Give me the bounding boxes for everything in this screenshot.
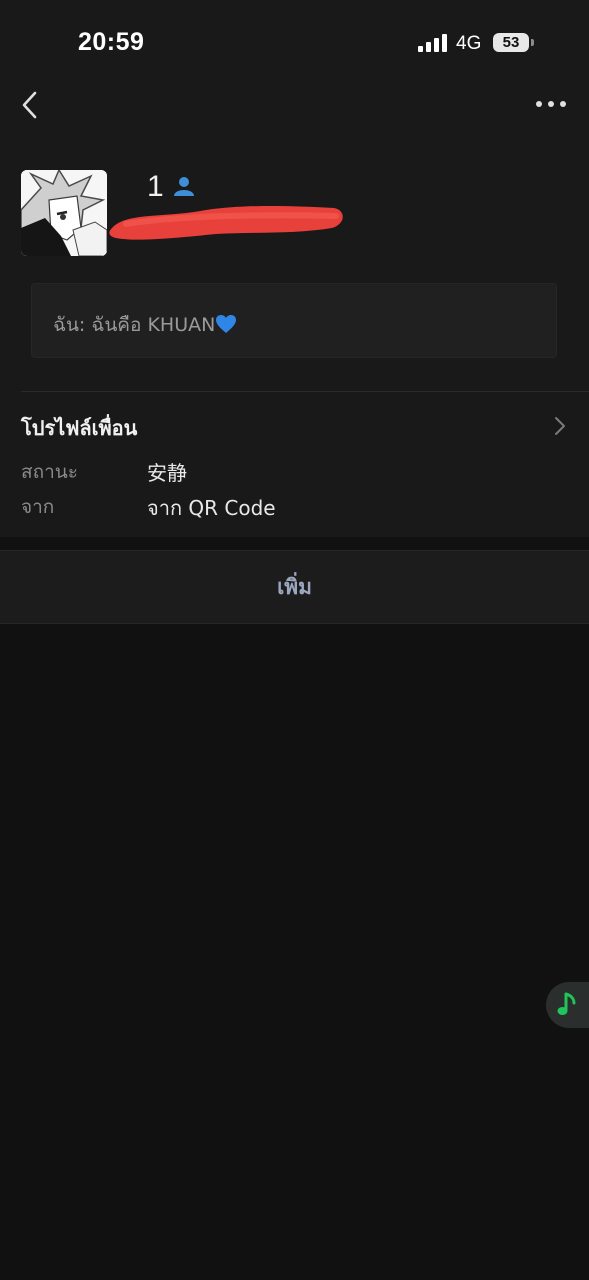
status-value: 安静: [147, 461, 187, 485]
status-label: สถานะ: [21, 461, 78, 483]
add-friend-button[interactable]: เพิ่ม: [0, 550, 589, 624]
battery-tip: [531, 39, 534, 46]
friend-person-icon: [174, 177, 194, 196]
moment-status-box[interactable]: ฉัน: ฉันคือ KHUAN: [31, 283, 557, 358]
profile-panel: [0, 0, 589, 537]
cellular-signal-icon: [418, 34, 447, 52]
music-note-icon: [557, 992, 576, 1015]
status-time: 20:59: [78, 28, 145, 56]
source-label: จาก: [21, 496, 55, 518]
battery-level: 53: [502, 34, 520, 51]
chevron-right-icon[interactable]: [553, 416, 567, 436]
redaction-scribble: [109, 206, 343, 240]
section-divider: [21, 391, 589, 392]
blue-heart-icon: [216, 315, 237, 333]
source-value: จาก QR Code: [147, 496, 276, 520]
chevron-left-icon[interactable]: [18, 90, 42, 120]
add-friend-label: เพิ่ม: [277, 575, 312, 599]
battery-indicator: 53: [493, 33, 534, 52]
network-type: 4G: [456, 33, 482, 54]
friend-profile-title[interactable]: โปรไฟล์เพื่อน: [21, 412, 137, 444]
moment-text: ฉัน: ฉันคือ KHUAN: [53, 314, 216, 336]
anime-avatar-image: [21, 170, 107, 256]
avatar[interactable]: [21, 170, 107, 256]
more-horizontal-icon[interactable]: [534, 95, 568, 113]
floating-music-button[interactable]: [546, 982, 589, 1028]
moment-text-line: ฉัน: ฉันคือ KHUAN: [53, 310, 237, 340]
